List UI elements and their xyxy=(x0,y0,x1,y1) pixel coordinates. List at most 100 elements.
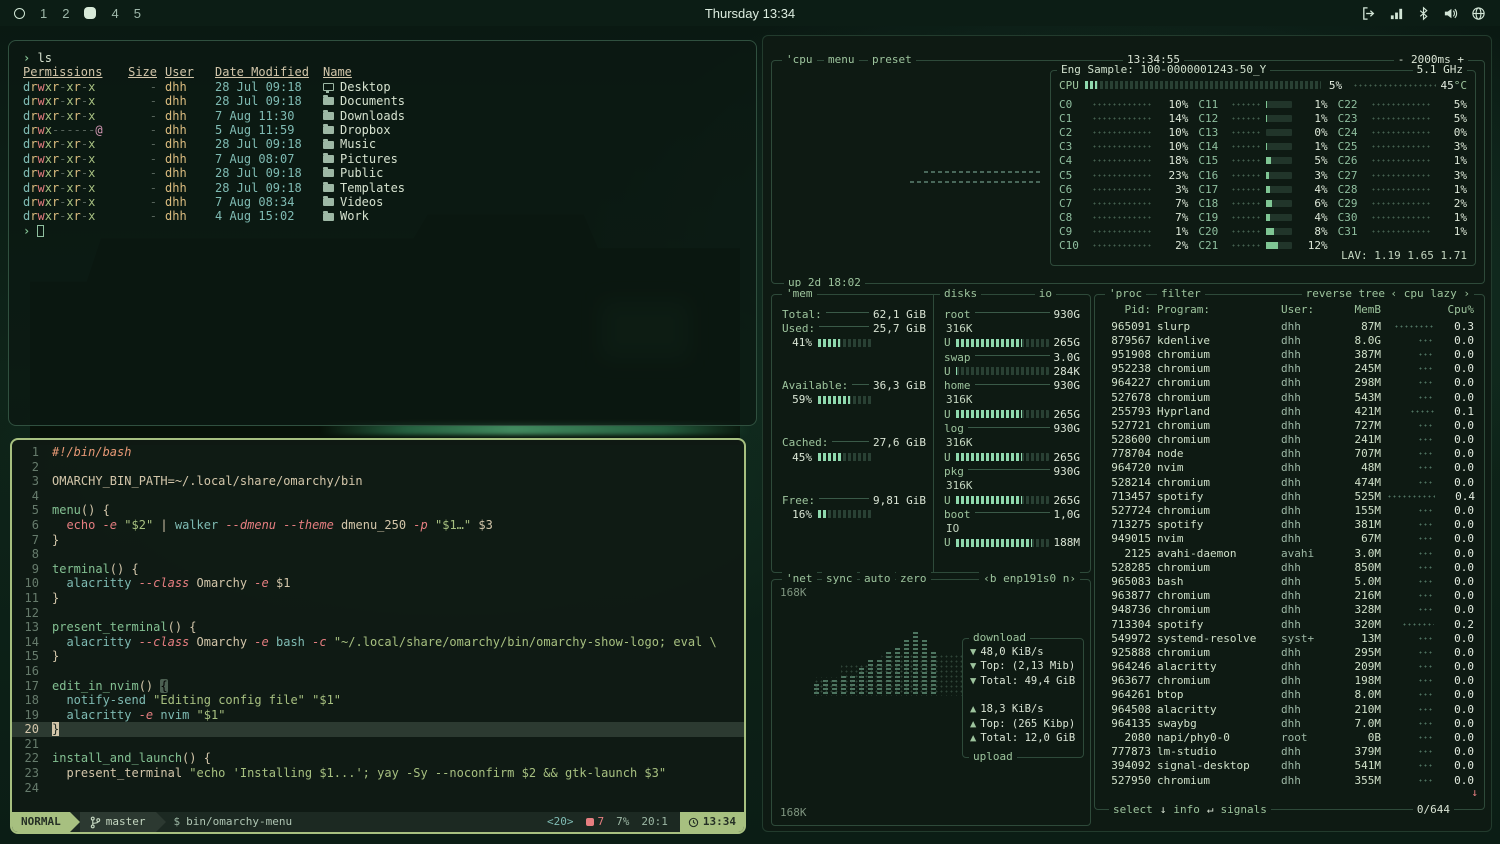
proc-row[interactable]: 713275spotifydhh381M0.0 xyxy=(1097,518,1482,532)
editor-line[interactable]: 7} xyxy=(12,533,744,548)
proc-row[interactable]: 778704nodedhh707M0.0 xyxy=(1097,447,1482,461)
proc-row[interactable]: 963877chromiumdhh216M0.0 xyxy=(1097,589,1482,603)
reverse-button[interactable]: reverse xyxy=(1302,287,1356,301)
editor-line[interactable]: 6 echo -e "$2" | walker --dmenu --theme … xyxy=(12,518,744,533)
proc-row[interactable]: 394092signal-desktopdhh541M0.0 xyxy=(1097,759,1482,773)
proc-rows: 965091slurpdhh87M0.3879567kdenlivedhh8.0… xyxy=(1097,319,1482,787)
proc-row[interactable]: 965091slurpdhh87M0.3 xyxy=(1097,319,1482,333)
editor-line[interactable]: 10 alacritty --class Omarchy -e $1 xyxy=(12,576,744,591)
editor-line[interactable]: 2 xyxy=(12,460,744,475)
system-tray xyxy=(1361,6,1500,21)
editor-line[interactable]: 20} xyxy=(12,722,744,737)
zero-button[interactable]: zero xyxy=(896,572,931,586)
shell-prompt[interactable]: › xyxy=(23,224,742,238)
editor-line[interactable]: 18 notify-send "Editing config file" "$1… xyxy=(12,693,744,708)
core-C7: C77% xyxy=(1059,196,1188,210)
sync-button[interactable]: sync xyxy=(822,572,857,586)
proc-row[interactable]: 549972systemd-resolvesyst+13M0.0 xyxy=(1097,631,1482,645)
core-C21: C2112% xyxy=(1198,239,1327,253)
mem-rows: Total:62,1 GiBUsed:25,7 GiB41%Available:… xyxy=(782,307,926,521)
ls-row: drwxr-xr-x-dhh 7 Aug 08:34Videos xyxy=(23,195,742,209)
upload-label: upload xyxy=(969,750,1017,764)
proc-row[interactable]: 2125avahi-daemonavahi3.0M0.0 xyxy=(1097,546,1482,560)
proc-row[interactable]: 713457spotifydhh525M0.4 xyxy=(1097,489,1482,503)
editor-line[interactable]: 13present_terminal() { xyxy=(12,620,744,635)
signals-action[interactable]: signals xyxy=(1221,803,1267,816)
proc-row[interactable]: 948736chromiumdhh328M0.0 xyxy=(1097,603,1482,617)
editor-line[interactable]: 21 xyxy=(12,737,744,752)
proc-row[interactable]: 527721chromiumdhh727M0.0 xyxy=(1097,418,1482,432)
editor-line[interactable]: 8 xyxy=(12,547,744,562)
auto-button[interactable]: auto xyxy=(860,572,895,586)
editor-line[interactable]: 23 present_terminal "echo 'Installing $1… xyxy=(12,766,744,781)
volume-icon[interactable] xyxy=(1443,6,1458,21)
tree-button[interactable]: tree xyxy=(1355,287,1390,301)
editor-line[interactable]: 24 xyxy=(12,781,744,796)
proc-row[interactable]: 777873lm-studiodhh379M0.0 xyxy=(1097,745,1482,759)
topbar-clock: Thursday 13:34 xyxy=(0,6,1500,21)
btop-window: 'cpu menu preset 13:34:55 - 2000ms + up … xyxy=(762,35,1492,832)
proc-row[interactable]: 964246alacrittydhh209M0.0 xyxy=(1097,660,1482,674)
proc-row[interactable]: 964720nvimdhh48M0.0 xyxy=(1097,461,1482,475)
editor-line[interactable]: 9terminal() { xyxy=(12,562,744,577)
disks-toggle[interactable]: disks xyxy=(940,287,981,301)
editor-line[interactable]: 16 xyxy=(12,664,744,679)
info-action[interactable]: info xyxy=(1173,803,1200,816)
cpu-graph xyxy=(910,181,1042,183)
ls-row: drwx------@-dhh 5 Aug 11:59Dropbox xyxy=(23,123,742,137)
editor-line[interactable]: 4 xyxy=(12,489,744,504)
proc-row[interactable]: 964508alacrittydhh210M0.0 xyxy=(1097,702,1482,716)
network-interface[interactable]: ‹b enp191s0 n› xyxy=(979,572,1080,586)
editor-line[interactable]: 11} xyxy=(12,591,744,606)
menu-button[interactable]: menu xyxy=(824,53,859,67)
core-C29: C292% xyxy=(1338,196,1467,210)
proc-row[interactable]: 2080napi/phy0-0root0B0.0 xyxy=(1097,730,1482,744)
proc-row[interactable]: 964261btopdhh8.0M0.0 xyxy=(1097,688,1482,702)
core-C18: C186% xyxy=(1198,196,1327,210)
editor-line[interactable]: 1#!/bin/bash xyxy=(12,445,744,460)
proc-row[interactable]: 952238chromiumdhh245M0.0 xyxy=(1097,362,1482,376)
editor-line[interactable]: 12 xyxy=(12,606,744,621)
proc-row[interactable]: 964135swaybgdhh7.0M0.0 xyxy=(1097,716,1482,730)
proc-row[interactable]: 925888chromiumdhh295M0.0 xyxy=(1097,645,1482,659)
sort-selector[interactable]: ‹ cpu lazy › xyxy=(1387,287,1474,301)
proc-row[interactable]: 951908chromiumdhh387M0.0 xyxy=(1097,347,1482,361)
download-upload-panel: download upload ▼48,0 KiB/s▼Top: (2,13 M… xyxy=(962,638,1084,758)
editor-line[interactable]: 15} xyxy=(12,649,744,664)
editor-lines[interactable]: 1#!/bin/bash23OMARCHY_BIN_PATH=~/.local/… xyxy=(12,440,744,795)
editor-line[interactable]: 22install_and_launch() { xyxy=(12,751,744,766)
proc-row[interactable]: 527950chromiumdhh355M0.0 xyxy=(1097,773,1482,787)
proc-row[interactable]: 879567kdenlivedhh8.0G0.0 xyxy=(1097,333,1482,347)
net-box-title: 'net xyxy=(782,572,817,586)
select-action[interactable]: select xyxy=(1113,803,1153,816)
powerline-separator xyxy=(156,812,166,832)
editor-line[interactable]: 17edit_in_nvim() { xyxy=(12,679,744,694)
cpu-model: Eng Sample: 100-0000001243-50_Y xyxy=(1057,63,1270,77)
editor-line[interactable]: 5menu() { xyxy=(12,503,744,518)
preset-button[interactable]: preset xyxy=(868,53,916,67)
git-branch: master xyxy=(80,812,156,832)
core-C24: C240% xyxy=(1338,125,1467,139)
logout-icon[interactable] xyxy=(1361,6,1376,21)
network-icon[interactable] xyxy=(1389,6,1404,21)
proc-row[interactable]: 949015nvimdhh67M0.0 xyxy=(1097,532,1482,546)
filter-button[interactable]: filter xyxy=(1157,287,1205,301)
proc-row[interactable]: 527678chromiumdhh543M0.0 xyxy=(1097,390,1482,404)
proc-row[interactable]: 713304spotifydhh320M0.2 xyxy=(1097,617,1482,631)
proc-row[interactable]: 255793Hyprlanddhh421M0.1 xyxy=(1097,404,1482,418)
editor-line[interactable]: 14 alacritty --class Omarchy -e bash -c … xyxy=(12,635,744,650)
editor-line[interactable]: 3OMARCHY_BIN_PATH=~/.local/share/omarchy… xyxy=(12,474,744,489)
proc-box-title: 'proc xyxy=(1105,287,1146,301)
proc-row[interactable]: 528214chromiumdhh474M0.0 xyxy=(1097,475,1482,489)
editor-line[interactable]: 19 alacritty -e nvim "$1" xyxy=(12,708,744,723)
io-toggle[interactable]: io xyxy=(1035,287,1056,301)
bluetooth-icon[interactable] xyxy=(1417,6,1430,21)
proc-row[interactable]: 963677chromiumdhh198M0.0 xyxy=(1097,674,1482,688)
proc-row[interactable]: 964227chromiumdhh298M0.0 xyxy=(1097,376,1482,390)
scroll-down-icon[interactable]: ↓ xyxy=(1471,786,1478,799)
proc-row[interactable]: 965083bashdhh5.0M0.0 xyxy=(1097,574,1482,588)
proc-row[interactable]: 527724chromiumdhh155M0.0 xyxy=(1097,503,1482,517)
proc-row[interactable]: 528285chromiumdhh850M0.0 xyxy=(1097,560,1482,574)
proc-row[interactable]: 528600chromiumdhh241M0.0 xyxy=(1097,433,1482,447)
globe-icon[interactable] xyxy=(1471,6,1486,21)
